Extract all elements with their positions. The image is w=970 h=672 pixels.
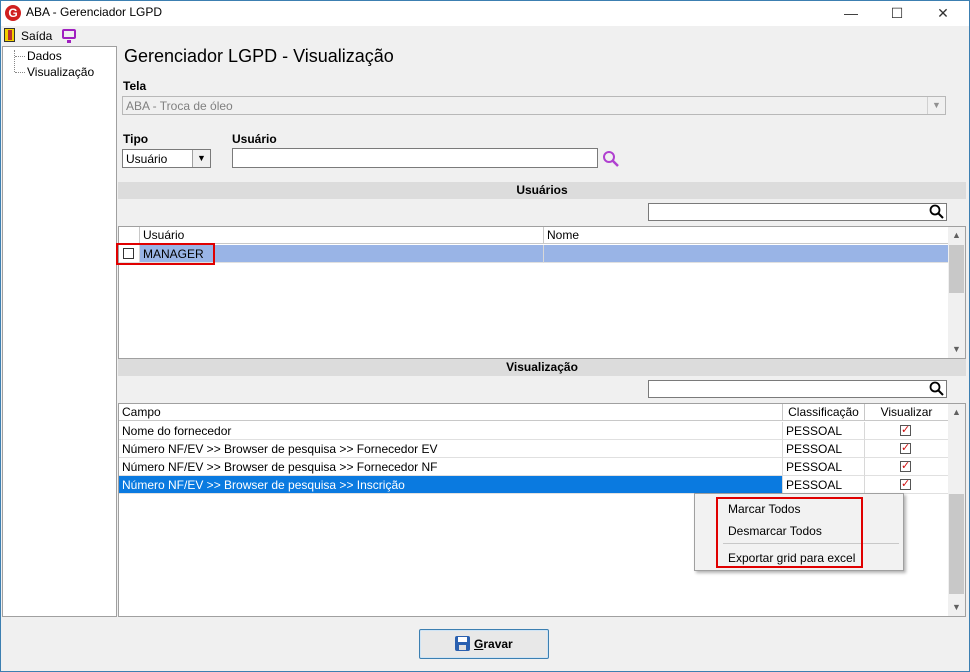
usuarios-section-header: Usuários xyxy=(118,182,966,199)
exit-button-label[interactable]: Saída xyxy=(21,29,52,43)
close-button[interactable]: ✕ xyxy=(920,0,966,26)
table-row-visualizar[interactable]: ✓ xyxy=(865,476,949,494)
table-row-visualizar[interactable]: ✓ xyxy=(865,458,949,476)
table-row-visualizar[interactable]: ✓ xyxy=(865,422,949,440)
tela-select[interactable]: ABA - Troca de óleo xyxy=(122,96,946,115)
exit-door-icon[interactable] xyxy=(4,28,15,42)
grid-header-visualizar[interactable]: Visualizar xyxy=(865,404,949,421)
minimize-button[interactable]: — xyxy=(828,0,874,26)
tree-item-visualizacao[interactable]: Visualização xyxy=(13,65,94,79)
search-icon[interactable] xyxy=(602,150,620,168)
save-button[interactable]: Gravar xyxy=(419,629,549,659)
grid-header-usuario[interactable]: Usuário xyxy=(140,227,544,244)
search-icon[interactable] xyxy=(929,381,945,397)
table-row-classificacao[interactable]: PESSOAL xyxy=(783,440,865,458)
context-menu-highlight-box xyxy=(716,497,863,568)
search-icon[interactable] xyxy=(929,204,945,220)
scroll-down-icon[interactable]: ▼ xyxy=(948,599,965,616)
page-title: Gerenciador LGPD - Visualização xyxy=(124,46,394,66)
toolbar xyxy=(0,26,970,44)
visualizacao-section-header: Visualização xyxy=(118,359,966,376)
maximize-button[interactable]: ☐ xyxy=(874,0,920,26)
window-title: ABA - Gerenciador LGPD xyxy=(26,5,163,19)
table-row-visualizar[interactable]: ✓ xyxy=(865,440,949,458)
usuarios-filter-input[interactable] xyxy=(648,203,947,221)
table-row-nome[interactable] xyxy=(544,245,949,263)
tela-label: Tela xyxy=(123,79,147,93)
app-logo-icon: G xyxy=(5,5,21,21)
table-row-campo[interactable]: Número NF/EV >> Browser de pesquisa >> I… xyxy=(119,476,783,494)
scroll-down-icon[interactable]: ▼ xyxy=(948,341,965,358)
grid-header-nome[interactable]: Nome xyxy=(544,227,949,244)
scroll-thumb[interactable] xyxy=(949,494,964,594)
table-row-campo[interactable]: Número NF/EV >> Browser de pesquisa >> F… xyxy=(119,440,783,458)
checkmark-icon[interactable]: ✓ xyxy=(900,479,911,490)
save-button-label: Gravar xyxy=(474,637,513,651)
usuarios-scrollbar[interactable]: ▲ ▼ xyxy=(948,227,965,358)
checkmark-icon[interactable]: ✓ xyxy=(900,425,911,436)
grid-header-campo[interactable]: Campo xyxy=(119,404,783,421)
usuarios-grid: Usuário Nome MANAGER ▲ ▼ xyxy=(118,226,966,359)
checkmark-icon[interactable]: ✓ xyxy=(900,461,911,472)
scroll-up-icon[interactable]: ▲ xyxy=(948,404,965,421)
chevron-down-icon[interactable]: ▼ xyxy=(192,150,210,167)
navigation-tree: Dados Visualização xyxy=(2,46,117,617)
usuario-input[interactable] xyxy=(232,148,598,168)
chevron-down-icon[interactable]: ▼ xyxy=(927,97,945,114)
scroll-up-icon[interactable]: ▲ xyxy=(948,227,965,244)
tree-item-dados[interactable]: Dados xyxy=(13,49,62,63)
visualizacao-filter-input[interactable] xyxy=(648,380,947,398)
table-row-classificacao[interactable]: PESSOAL xyxy=(783,422,865,440)
visualizacao-scrollbar[interactable]: ▲ ▼ xyxy=(948,404,965,616)
floppy-disk-icon xyxy=(455,636,470,651)
table-row-campo[interactable]: Nome do fornecedor xyxy=(119,422,783,440)
manager-highlight-box xyxy=(116,243,215,265)
tipo-label: Tipo xyxy=(123,132,149,146)
table-row-campo[interactable]: Número NF/EV >> Browser de pesquisa >> F… xyxy=(119,458,783,476)
usuario-label: Usuário xyxy=(232,132,277,146)
table-row-classificacao[interactable]: PESSOAL xyxy=(783,458,865,476)
grid-header-check xyxy=(119,227,140,244)
monitor-icon[interactable] xyxy=(62,29,76,43)
grid-header-classificacao[interactable]: Classificação xyxy=(783,404,865,421)
checkmark-icon[interactable]: ✓ xyxy=(900,443,911,454)
scroll-thumb[interactable] xyxy=(949,245,964,293)
table-row-classificacao[interactable]: PESSOAL xyxy=(783,476,865,494)
